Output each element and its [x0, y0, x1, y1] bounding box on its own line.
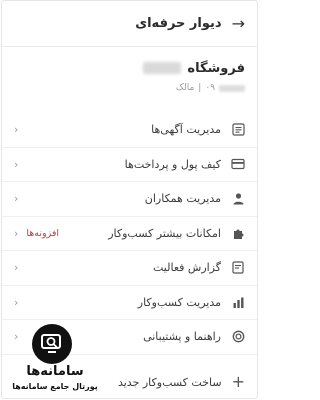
card-icon	[231, 157, 245, 171]
chevron-left-icon: ‹	[14, 157, 19, 171]
redacted-store-name	[143, 62, 182, 74]
chevron-left-icon: ‹	[14, 192, 19, 206]
watermark-subtitle: پورتال جامع سامانه‌ها	[12, 382, 98, 391]
store-meta: ۰۹ | مالک	[14, 83, 245, 93]
redacted-phone	[219, 84, 245, 92]
back-arrow-icon[interactable]: →	[232, 15, 245, 32]
menu-item-colleagues[interactable]: مدیریت همکاران ‹	[2, 182, 257, 217]
drawer-menu: مدیریت آگهی‌ها ‹ کیف پول و پرداخت‌ها ‹ م…	[2, 113, 257, 355]
store-info: فروشگاه ۰۹ | مالک	[2, 57, 257, 111]
menu-item-more-features[interactable]: امکانات بیشتر کسب‌وکار افزونه‌ها ‹	[2, 217, 257, 251]
menu-item-activity-report[interactable]: گزارش فعالیت ‹	[2, 251, 257, 286]
menu-item-manage-business[interactable]: مدیریت کسب‌وکار ‹	[2, 286, 257, 320]
person-icon	[231, 192, 245, 206]
header-title: دیوار حرفه‌ای	[135, 16, 222, 31]
menu-item-label: کیف پول و پرداخت‌ها	[124, 157, 221, 171]
menu-item-label: مدیریت کسب‌وکار	[137, 295, 221, 309]
drawer-header: → دیوار حرفه‌ای	[2, 1, 257, 47]
list-icon	[231, 123, 245, 137]
chevron-left-icon: ‹	[14, 226, 19, 240]
plus-icon: +	[231, 372, 245, 391]
addons-badge: افزونه‌ها	[26, 227, 60, 239]
watermark-name: سامانه‌ها	[26, 364, 84, 379]
phone-prefix: ۰۹	[205, 83, 215, 93]
menu-item-label: گزارش فعالیت	[153, 261, 221, 275]
report-icon	[231, 261, 245, 275]
menu-item-label: مدیریت آگهی‌ها	[151, 123, 221, 137]
menu-item-label: مدیریت همکاران	[144, 192, 221, 206]
menu-item-label: امکانات بیشتر کسب‌وکار	[108, 226, 221, 240]
store-name: فروشگاه	[187, 60, 245, 76]
menu-item-wallet[interactable]: کیف پول و پرداخت‌ها ‹	[2, 148, 257, 182]
chevron-left-icon: ‹	[14, 261, 19, 275]
chevron-left-icon: ‹	[14, 123, 19, 137]
chevron-left-icon: ‹	[14, 295, 19, 309]
meta-separator: |	[198, 83, 202, 93]
support-icon	[231, 330, 245, 344]
store-role: مالک	[175, 83, 195, 93]
menu-item-manage-ads[interactable]: مدیریت آگهی‌ها ‹	[2, 113, 257, 148]
chart-icon	[231, 295, 245, 309]
puzzle-icon	[231, 226, 245, 240]
new-business-label: ساخت کسب‌وکار جدید	[117, 375, 222, 389]
magnifier-logo-icon	[32, 324, 72, 364]
watermark-logo: سامانه‌ها پورتال جامع سامانه‌ها	[6, 322, 104, 396]
